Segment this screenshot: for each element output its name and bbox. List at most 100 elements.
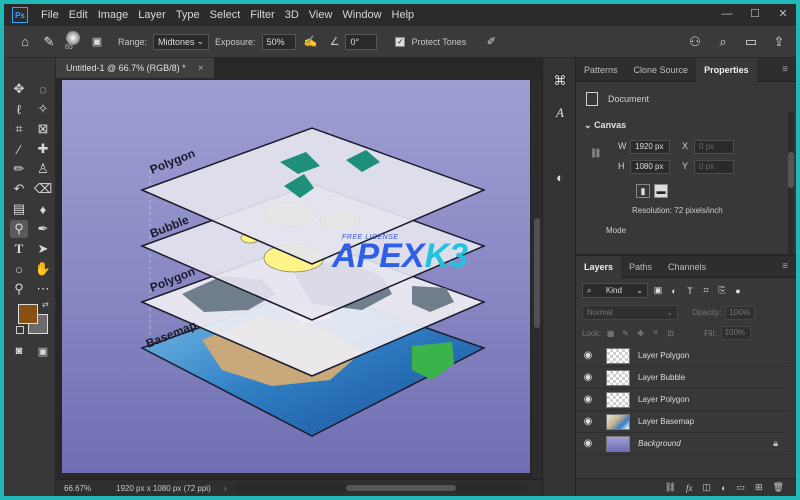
shape-tool-icon[interactable]: ○ <box>10 260 28 278</box>
filter-toggle-icon[interactable]: ● <box>732 285 744 297</box>
link-layers-icon[interactable]: ⛓ <box>665 482 676 493</box>
screen-mode-icon[interactable]: ▣ <box>34 342 52 360</box>
vertical-scrollbar[interactable] <box>532 78 542 478</box>
landscape-orientation-icon[interactable]: ▬ <box>654 184 668 198</box>
crop-tool-icon[interactable]: ⌗ <box>10 120 28 138</box>
character-panel-icon[interactable]: A <box>551 104 569 122</box>
fill-input[interactable]: 100% <box>720 326 751 340</box>
layer-style-icon[interactable]: fx <box>686 483 693 493</box>
home-icon[interactable]: ⌂ <box>16 33 34 51</box>
opacity-input[interactable]: 100% <box>725 305 756 320</box>
tab-properties[interactable]: Properties <box>696 57 757 82</box>
lock-image-icon[interactable]: ✎ <box>620 328 631 339</box>
menu-type[interactable]: Type <box>171 9 205 21</box>
menu-layer[interactable]: Layer <box>133 9 171 21</box>
close-icon[interactable]: ✕ <box>776 6 790 22</box>
visibility-eye-icon[interactable]: ◉ <box>576 416 600 427</box>
layer-row[interactable]: ◉ Background 🔒︎ <box>576 433 788 455</box>
adjustment-layer-icon[interactable]: ◐ <box>721 483 726 493</box>
menu-window[interactable]: Window <box>337 9 386 21</box>
lock-all-icon[interactable]: ⊡ <box>665 328 676 339</box>
layer-row[interactable]: ◉ Layer Bubble <box>576 367 788 389</box>
workspace-icon[interactable]: ▭ <box>742 33 760 51</box>
upload-icon[interactable]: ⇪ <box>770 33 788 51</box>
pressure-size-icon[interactable]: ✐ <box>482 33 500 51</box>
exposure-input[interactable]: 50% <box>261 33 296 50</box>
stamp-tool-icon[interactable]: ♙ <box>34 160 52 178</box>
delete-layer-icon[interactable]: 🗑︎ <box>773 482 784 493</box>
blur-tool-icon[interactable]: ♦ <box>34 200 52 218</box>
kind-filter-select[interactable]: ⌕ Kind ⌄ <box>582 283 648 298</box>
marquee-tool-icon[interactable]: ◌ <box>34 80 52 98</box>
path-select-tool-icon[interactable]: ➤ <box>34 240 52 258</box>
smart-object-filter-icon[interactable]: ⎘ <box>716 285 728 297</box>
properties-scrollbar[interactable] <box>788 112 794 262</box>
visibility-eye-icon[interactable]: ◉ <box>576 372 600 383</box>
lock-transparent-icon[interactable]: ▦ <box>605 328 616 339</box>
canvas-section-title[interactable]: ⌄ Canvas <box>584 120 626 131</box>
lasso-tool-icon[interactable]: ℓ <box>10 100 28 118</box>
canvas[interactable]: Polygon Bubble Polygon Basemap FREE LICE… <box>62 80 530 473</box>
layers-panel-menu-icon[interactable]: ≡ <box>782 261 788 272</box>
horizontal-scroll-thumb[interactable] <box>346 485 456 491</box>
portrait-orientation-icon[interactable]: ▮ <box>636 184 650 198</box>
document-tab[interactable]: Untitled-1 @ 66.7% (RGB/8) * × <box>56 58 214 78</box>
eyedropper-tool-icon[interactable]: ⁄ <box>10 140 28 158</box>
move-tool-icon[interactable]: ✥ <box>10 80 28 98</box>
search-icon[interactable]: ⌕ <box>714 33 732 51</box>
adjustment-filter-icon[interactable]: ◐ <box>668 285 680 297</box>
menu-select[interactable]: Select <box>205 9 246 21</box>
brush-settings-icon[interactable]: ▣ <box>88 33 106 51</box>
minimize-icon[interactable]: — <box>720 6 734 22</box>
height-input[interactable]: 1080 px <box>630 160 670 174</box>
adjustments-panel-icon[interactable]: ◐ <box>551 168 569 186</box>
lock-icon[interactable]: 🔒︎ <box>773 438 778 449</box>
tab-channels[interactable]: Channels <box>660 256 714 278</box>
visibility-eye-icon[interactable]: ◉ <box>576 394 600 405</box>
brush-preset-picker[interactable]: 65 <box>64 30 82 53</box>
menu-view[interactable]: View <box>304 9 338 21</box>
share-icon[interactable]: ⚇ <box>686 33 704 51</box>
quick-mask-icon[interactable]: ◙ <box>10 342 28 360</box>
horizontal-scrollbar[interactable] <box>236 484 526 492</box>
width-input[interactable]: 1920 px <box>630 140 670 154</box>
lock-artboard-icon[interactable]: ⌗ <box>650 328 661 339</box>
brush-tool-icon[interactable]: ✏ <box>10 160 28 178</box>
tab-layers[interactable]: Layers <box>576 255 622 278</box>
chevron-right-icon[interactable]: › <box>224 484 227 493</box>
menu-image[interactable]: Image <box>93 9 134 21</box>
menu-edit[interactable]: Edit <box>64 9 93 21</box>
pen-tool-icon[interactable]: ✒ <box>34 220 52 238</box>
tab-patterns[interactable]: Patterns <box>576 58 626 82</box>
tab-paths[interactable]: Paths <box>621 256 660 278</box>
menu-filter[interactable]: Filter <box>245 9 279 21</box>
tab-clone-source[interactable]: Clone Source <box>626 58 697 82</box>
eraser-tool-icon[interactable]: ⌫ <box>34 180 52 198</box>
default-colors-icon[interactable] <box>16 326 24 334</box>
foreground-color-swatch[interactable] <box>18 304 38 324</box>
gradient-tool-icon[interactable]: ▤ <box>10 200 28 218</box>
properties-scroll-thumb[interactable] <box>788 152 794 188</box>
quick-select-tool-icon[interactable]: ✧ <box>34 100 52 118</box>
hand-tool-icon[interactable]: ✋ <box>34 260 52 278</box>
history-brush-tool-icon[interactable]: ↶ <box>10 180 28 198</box>
range-select[interactable]: Midtones ⌄ <box>153 33 210 50</box>
swap-colors-icon[interactable]: ⇄ <box>42 300 49 309</box>
layer-row[interactable]: ◉ Layer Polygon <box>576 345 788 367</box>
angle-input[interactable]: 0° <box>345 33 378 50</box>
panel-menu-icon[interactable]: ≡ <box>782 64 788 75</box>
zoom-level[interactable]: 66.67% <box>56 484 108 493</box>
healing-tool-icon[interactable]: ✚ <box>34 140 52 158</box>
dodge-tool-preset-icon[interactable]: ✎ <box>40 33 58 51</box>
menu-3d[interactable]: 3D <box>280 9 304 21</box>
maximize-icon[interactable]: ☐ <box>748 6 762 22</box>
y-input[interactable]: 0 px <box>694 160 734 174</box>
layer-row[interactable]: ◉ Layer Polygon <box>576 389 788 411</box>
layer-row[interactable]: ◉ Layer Basemap <box>576 411 788 433</box>
visibility-eye-icon[interactable]: ◉ <box>576 350 600 361</box>
more-tools-icon[interactable]: ⋯ <box>34 280 52 298</box>
history-panel-icon[interactable]: ⌘ <box>551 72 569 90</box>
new-layer-icon[interactable]: ⊞ <box>755 482 763 493</box>
dodge-tool-icon[interactable]: ⚲ <box>10 220 28 238</box>
close-tab-icon[interactable]: × <box>198 63 204 74</box>
